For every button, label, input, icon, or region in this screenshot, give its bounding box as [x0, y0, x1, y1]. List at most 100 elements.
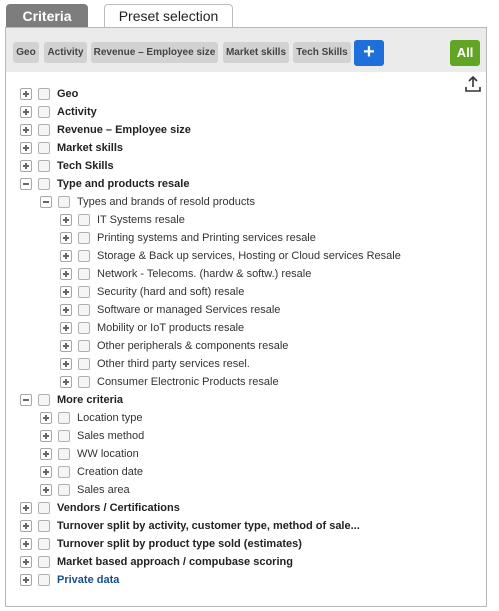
expand-icon[interactable] — [60, 286, 72, 298]
tree-checkbox[interactable] — [78, 232, 90, 244]
chip-revenue-employee-size[interactable]: Revenue – Employee size — [91, 42, 218, 63]
tree-item-label[interactable]: Creation date — [77, 466, 143, 478]
chip-activity[interactable]: Activity — [44, 42, 87, 63]
tree-item-label[interactable]: Market based approach / compubase scorin… — [57, 556, 293, 568]
tree-checkbox[interactable] — [38, 394, 50, 406]
tree-item-label[interactable]: Printing systems and Printing services r… — [97, 232, 316, 244]
tree-checkbox[interactable] — [38, 520, 50, 532]
tree-item-label[interactable]: Activity — [57, 106, 97, 118]
expand-icon[interactable] — [20, 124, 32, 136]
expand-icon[interactable] — [60, 322, 72, 334]
tree-row: Types and brands of resold products — [40, 193, 255, 211]
tree-item-label[interactable]: Revenue – Employee size — [57, 124, 191, 136]
tree-item-label[interactable]: Security (hard and soft) resale — [97, 286, 244, 298]
all-button[interactable]: All — [450, 40, 480, 66]
tree-item-label[interactable]: Sales method — [77, 430, 144, 442]
tree-item-label[interactable]: Private data — [57, 574, 119, 586]
expand-icon[interactable] — [60, 340, 72, 352]
tree-item-label[interactable]: Geo — [57, 88, 78, 100]
tree-checkbox[interactable] — [38, 178, 50, 190]
tree-checkbox[interactable] — [38, 142, 50, 154]
expand-icon[interactable] — [60, 250, 72, 262]
tree-item-label[interactable]: Other peripherals & components resale — [97, 340, 288, 352]
expand-icon[interactable] — [60, 268, 72, 280]
tree-item-label[interactable]: IT Systems resale — [97, 214, 185, 226]
tree-item-label[interactable]: Other third party services resel. — [97, 358, 250, 370]
tree-checkbox[interactable] — [78, 322, 90, 334]
tree-item-label[interactable]: Market skills — [57, 142, 123, 154]
expand-icon[interactable] — [60, 376, 72, 388]
tree-row: Market based approach / compubase scorin… — [20, 553, 293, 571]
expand-icon[interactable] — [20, 106, 32, 118]
tree-item-label[interactable]: Network - Telecoms. (hardw & softw.) res… — [97, 268, 311, 280]
tree-item-label[interactable]: Mobility or IoT products resale — [97, 322, 244, 334]
tree-checkbox[interactable] — [38, 502, 50, 514]
tree-row: Mobility or IoT products resale — [60, 319, 244, 337]
tree-row: Software or managed Services resale — [60, 301, 280, 319]
tree-checkbox[interactable] — [58, 412, 70, 424]
collapse-icon[interactable] — [20, 394, 32, 406]
expand-icon[interactable] — [60, 214, 72, 226]
tree-checkbox[interactable] — [78, 268, 90, 280]
tree-checkbox[interactable] — [78, 304, 90, 316]
tab-preset-selection[interactable]: Preset selection — [104, 4, 233, 28]
tree-checkbox[interactable] — [78, 340, 90, 352]
tree-checkbox[interactable] — [58, 484, 70, 496]
tree-checkbox[interactable] — [38, 124, 50, 136]
expand-icon[interactable] — [40, 448, 52, 460]
expand-icon[interactable] — [20, 88, 32, 100]
chip-tech-skills[interactable]: Tech Skills — [293, 42, 351, 63]
expand-icon[interactable] — [20, 160, 32, 172]
tree-item-label[interactable]: WW location — [77, 448, 139, 460]
tree-item-label[interactable]: Consumer Electronic Products resale — [97, 376, 279, 388]
tree-checkbox[interactable] — [38, 106, 50, 118]
expand-icon[interactable] — [20, 556, 32, 568]
tree-checkbox[interactable] — [58, 466, 70, 478]
chip-market-skills[interactable]: Market skills — [223, 42, 289, 63]
expand-icon[interactable] — [60, 358, 72, 370]
upload-icon[interactable] — [465, 75, 481, 93]
tree-row: More criteria — [20, 391, 123, 409]
tree-checkbox[interactable] — [78, 286, 90, 298]
tree-item-label[interactable]: Software or managed Services resale — [97, 304, 280, 316]
tree-item-label[interactable]: Turnover split by product type sold (est… — [57, 538, 302, 550]
tree-checkbox[interactable] — [38, 574, 50, 586]
tree-item-label[interactable]: More criteria — [57, 394, 123, 406]
chip-geo[interactable]: Geo — [13, 42, 39, 63]
tree-item-label[interactable]: Sales area — [77, 484, 130, 496]
expand-icon[interactable] — [20, 574, 32, 586]
tree-item-label[interactable]: Location type — [77, 412, 142, 424]
tree-checkbox[interactable] — [58, 430, 70, 442]
add-criteria-button[interactable]: + — [354, 40, 384, 66]
tree-item-label[interactable]: Vendors / Certifications — [57, 502, 180, 514]
collapse-icon[interactable] — [40, 196, 52, 208]
tree-checkbox[interactable] — [38, 556, 50, 568]
expand-icon[interactable] — [40, 466, 52, 478]
expand-icon[interactable] — [20, 538, 32, 550]
expand-icon[interactable] — [40, 430, 52, 442]
tree-checkbox[interactable] — [78, 376, 90, 388]
tree-checkbox[interactable] — [78, 214, 90, 226]
expand-icon[interactable] — [20, 142, 32, 154]
tree-item-label[interactable]: Type and products resale — [57, 178, 189, 190]
expand-icon[interactable] — [20, 520, 32, 532]
tree-item-label[interactable]: Tech Skills — [57, 160, 114, 172]
tree-checkbox[interactable] — [38, 160, 50, 172]
expand-icon[interactable] — [60, 232, 72, 244]
tree-checkbox[interactable] — [38, 88, 50, 100]
expand-icon[interactable] — [60, 304, 72, 316]
tree-row: Network - Telecoms. (hardw & softw.) res… — [60, 265, 311, 283]
tree-item-label[interactable]: Types and brands of resold products — [77, 196, 255, 208]
tree-item-label[interactable]: Turnover split by activity, customer typ… — [57, 520, 360, 532]
tree-checkbox[interactable] — [58, 196, 70, 208]
expand-icon[interactable] — [20, 502, 32, 514]
collapse-icon[interactable] — [20, 178, 32, 190]
tree-item-label[interactable]: Storage & Back up services, Hosting or C… — [97, 250, 401, 262]
tree-checkbox[interactable] — [78, 358, 90, 370]
expand-icon[interactable] — [40, 412, 52, 424]
tree-checkbox[interactable] — [58, 448, 70, 460]
tree-checkbox[interactable] — [38, 538, 50, 550]
tree-checkbox[interactable] — [78, 250, 90, 262]
tab-criteria[interactable]: Criteria — [6, 4, 88, 28]
expand-icon[interactable] — [40, 484, 52, 496]
